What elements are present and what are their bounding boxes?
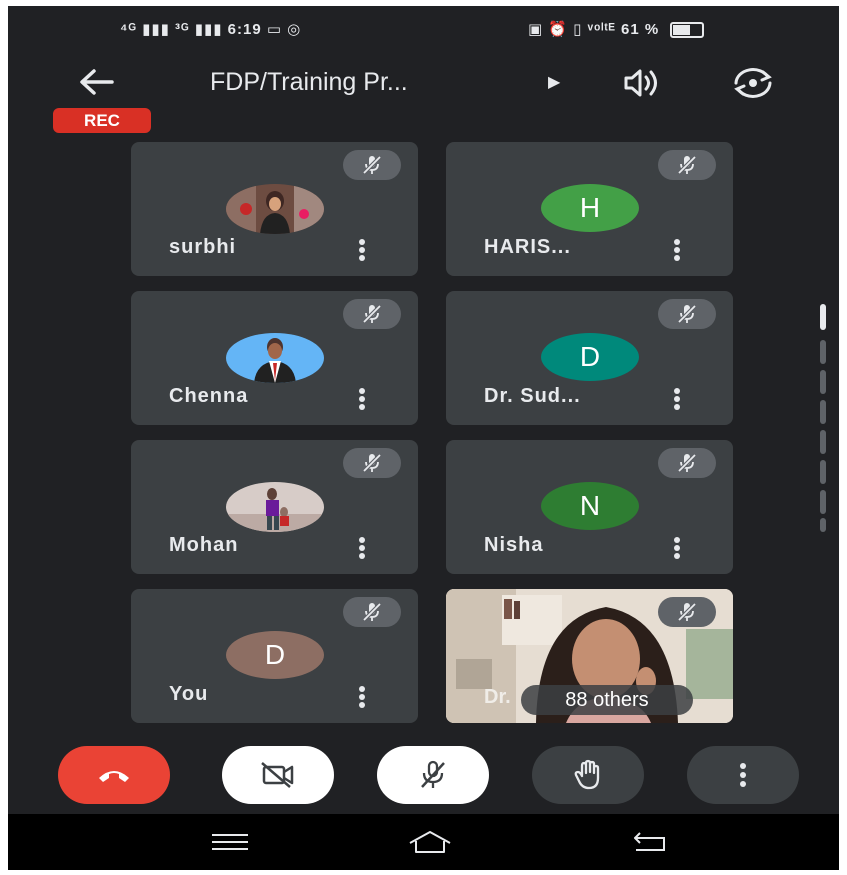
mic-off-icon	[677, 602, 697, 622]
mic-muted-indicator	[343, 448, 401, 478]
more-vert-icon	[740, 763, 746, 787]
avatar	[226, 482, 324, 532]
meeting-title[interactable]: FDP/Training Pr...	[210, 68, 408, 97]
home-icon	[409, 831, 451, 853]
participant-name: surbhi	[169, 236, 237, 258]
participant-name: Dr.	[484, 686, 511, 708]
participant-more-button[interactable]	[355, 238, 369, 262]
battery-icon	[670, 22, 705, 39]
mic-off-icon	[677, 155, 697, 175]
participant-more-button[interactable]	[670, 536, 684, 560]
participant-tile[interactable]: D Dr. Sud...	[446, 291, 733, 425]
recording-badge: REC	[53, 108, 151, 133]
mic-off-icon	[362, 453, 382, 473]
nav-menu-button[interactable]	[200, 826, 260, 858]
phone-hangup-icon	[99, 771, 129, 782]
avatar	[226, 333, 324, 383]
scrollbar-track	[820, 518, 826, 532]
mic-off-icon	[362, 155, 382, 175]
scrollbar-track	[820, 430, 826, 454]
participant-more-button[interactable]	[355, 685, 369, 709]
back-icon	[634, 832, 665, 851]
mic-off-icon	[677, 453, 697, 473]
scrollbar-track	[820, 400, 826, 424]
meet-screen: ⁴ᴳ ▮▮▮ ³ᴳ ▮▮▮ 6:19 ▭ ◎ ▣ ⏰ ▯ ᵛᵒˡᵗᴱ 61 % …	[8, 6, 839, 870]
scrollbar-track	[820, 370, 826, 394]
participant-name: Nisha	[484, 534, 544, 556]
participant-tile[interactable]: H HARIS...	[446, 142, 733, 276]
participant-name: HARIS...	[484, 236, 571, 258]
avatar: H	[541, 184, 639, 232]
mic-muted-indicator	[658, 150, 716, 180]
mic-muted-indicator	[658, 299, 716, 329]
more-options-button[interactable]	[687, 746, 799, 804]
status-bar: ⁴ᴳ ▮▮▮ ³ᴳ ▮▮▮ 6:19 ▭ ◎ ▣ ⏰ ▯ ᵛᵒˡᵗᴱ 61 %	[8, 6, 839, 54]
back-button[interactable]	[76, 66, 116, 98]
top-bar: FDP/Training Pr... ▶	[8, 58, 839, 108]
switch-camera-icon	[734, 68, 772, 98]
nav-back-button[interactable]	[620, 826, 680, 858]
participant-name: Mohan	[169, 534, 239, 556]
switch-camera-button[interactable]	[730, 64, 776, 102]
mic-muted-indicator	[343, 597, 401, 627]
mic-muted-indicator	[343, 150, 401, 180]
status-right: ▣ ⏰ ▯ ᵛᵒˡᵗᴱ 61 %	[528, 20, 705, 39]
avatar: D	[226, 631, 324, 679]
participant-more-button[interactable]	[355, 536, 369, 560]
mic-muted-indicator	[658, 597, 716, 627]
avatar: N	[541, 482, 639, 530]
mic-off-icon	[362, 602, 382, 622]
participant-more-button[interactable]	[670, 387, 684, 411]
mic-muted-indicator	[343, 299, 401, 329]
status-right-text: ▣ ⏰ ▯ ᵛᵒˡᵗᴱ 61 %	[528, 21, 660, 38]
participant-more-button[interactable]	[355, 387, 369, 411]
avatar: D	[541, 333, 639, 381]
hand-icon	[574, 759, 600, 790]
mic-off-icon	[362, 304, 382, 324]
avatar	[226, 184, 324, 234]
self-tile[interactable]: D You	[131, 589, 418, 723]
participant-tile[interactable]: surbhi	[131, 142, 418, 276]
others-tile[interactable]: Dr. 88 others	[446, 589, 733, 723]
speaker-button[interactable]	[620, 66, 664, 100]
raise-hand-button[interactable]	[532, 746, 644, 804]
mic-muted-indicator	[658, 448, 716, 478]
scrollbar-track	[820, 340, 826, 364]
mic-off-icon	[677, 304, 697, 324]
end-call-button[interactable]	[58, 746, 170, 804]
participant-name: Dr. Sud...	[484, 385, 581, 407]
camera-toggle-button[interactable]	[222, 746, 334, 804]
mic-toggle-button[interactable]	[377, 746, 489, 804]
arrow-left-icon	[80, 69, 114, 95]
status-left: ⁴ᴳ ▮▮▮ ³ᴳ ▮▮▮ 6:19 ▭ ◎	[120, 21, 302, 38]
caret-right-icon[interactable]: ▶	[548, 72, 560, 92]
others-count-label: 88 others	[521, 685, 693, 715]
system-nav-bar	[8, 814, 839, 870]
participant-tile[interactable]: Chenna	[131, 291, 418, 425]
scrollbar-thumb[interactable]	[820, 304, 826, 330]
participant-tile[interactable]: N Nisha	[446, 440, 733, 574]
participant-name: You	[169, 683, 209, 705]
participant-more-button[interactable]	[670, 238, 684, 262]
camera-off-icon	[261, 762, 294, 788]
speaker-icon	[624, 69, 657, 97]
scrollbar-track	[820, 460, 826, 484]
menu-icon	[212, 834, 248, 850]
participant-tile[interactable]: Mohan	[131, 440, 418, 574]
mic-off-icon	[421, 760, 445, 788]
scrollbar-track	[820, 490, 826, 514]
participant-name: Chenna	[169, 385, 249, 407]
nav-home-button[interactable]	[400, 826, 460, 858]
